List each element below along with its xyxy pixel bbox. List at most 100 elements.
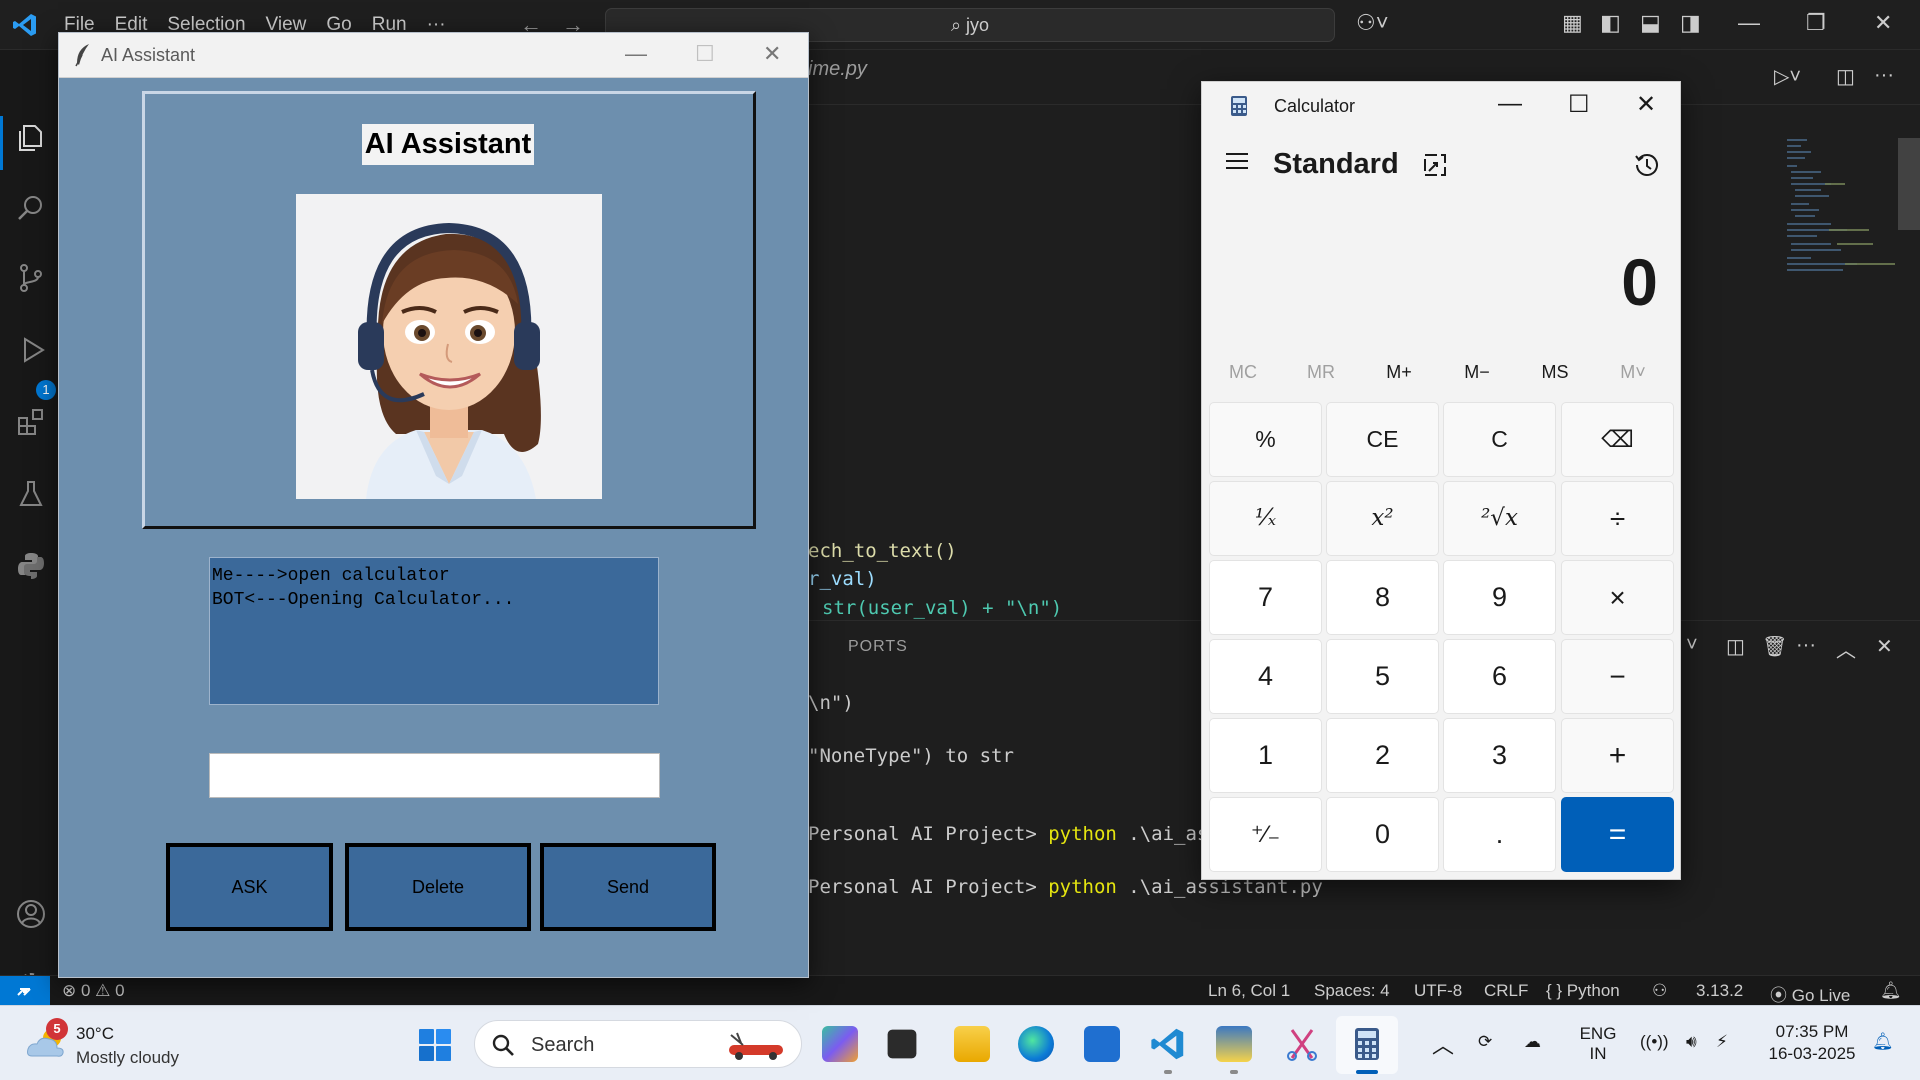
ai-close-icon[interactable]: ✕ — [763, 41, 781, 67]
digit-1-button[interactable]: 1 — [1209, 718, 1322, 793]
problems-count[interactable]: ⊗ 0 ⚠ 0 — [62, 981, 125, 1001]
accounts-icon[interactable] — [15, 898, 47, 930]
backspace-button[interactable]: ⌫ — [1561, 402, 1674, 477]
layout-icon[interactable]: ▦ — [1562, 10, 1583, 36]
memory-subtract-button[interactable]: M− — [1438, 362, 1516, 383]
python-app-icon[interactable] — [1216, 1026, 1252, 1062]
add-button[interactable]: + — [1561, 718, 1674, 793]
decimal-button[interactable]: . — [1443, 797, 1556, 872]
indentation[interactable]: Spaces: 4 — [1314, 981, 1390, 1001]
ai-minimize-icon[interactable]: — — [625, 41, 647, 67]
digit-3-button[interactable]: 3 — [1443, 718, 1556, 793]
clear-button[interactable]: C — [1443, 402, 1556, 477]
ai-titlebar[interactable]: AI Assistant — ☐ ✕ — [59, 33, 808, 78]
maximize-panel-icon[interactable]: ︿ — [1836, 634, 1856, 663]
run-debug-icon[interactable] — [15, 334, 47, 366]
run-file-icon[interactable]: ▷˅ — [1774, 64, 1801, 89]
panel-more-icon[interactable]: ··· — [1796, 634, 1816, 657]
percent-button[interactable]: % — [1209, 402, 1322, 477]
digit-0-button[interactable]: 0 — [1326, 797, 1439, 872]
weather-description[interactable]: Mostly cloudy — [76, 1048, 179, 1068]
encoding[interactable]: UTF-8 — [1414, 981, 1462, 1001]
digit-9-button[interactable]: 9 — [1443, 560, 1556, 635]
volume-icon[interactable]: 🔊︎ — [1686, 1032, 1697, 1052]
search-icon[interactable] — [15, 192, 47, 224]
battery-charging-icon[interactable]: ⚡︎ — [1716, 1032, 1728, 1052]
memory-store-button[interactable]: MS — [1516, 362, 1594, 383]
digit-5-button[interactable]: 5 — [1326, 639, 1439, 714]
toggle-panel-icon[interactable]: ⬓ — [1640, 10, 1661, 36]
extensions-icon[interactable] — [15, 406, 47, 438]
minimize-icon[interactable]: — — [1738, 10, 1760, 36]
source-control-icon[interactable] — [15, 262, 47, 294]
split-editor-icon[interactable]: ◫ — [1836, 64, 1855, 89]
show-hidden-icons-chevron-icon[interactable]: ︿ — [1432, 1028, 1454, 1060]
python-version[interactable]: 3.13.2 — [1696, 981, 1743, 1001]
editor-more-icon[interactable]: ··· — [1874, 64, 1894, 87]
editor-tab[interactable]: ime.py — [808, 58, 867, 81]
copilot-icon[interactable]: ⚇˅ — [1356, 10, 1389, 36]
split-terminal-icon[interactable]: ◫ — [1726, 634, 1745, 659]
explorer-icon[interactable] — [15, 122, 47, 154]
file-explorer-icon[interactable] — [954, 1026, 990, 1062]
testing-icon[interactable] — [15, 478, 47, 510]
digit-7-button[interactable]: 7 — [1209, 560, 1322, 635]
python-icon[interactable] — [15, 550, 47, 582]
go-live[interactable]: ⦿ Go Live — [1770, 981, 1850, 1006]
square-root-button[interactable]: ²√x — [1443, 481, 1556, 556]
ask-button[interactable]: ASK — [166, 843, 333, 931]
digit-2-button[interactable]: 2 — [1326, 718, 1439, 793]
multiply-button[interactable]: × — [1561, 560, 1674, 635]
send-button[interactable]: Send — [540, 843, 716, 931]
hamburger-menu-icon[interactable] — [1224, 150, 1250, 172]
microsoft-store-icon[interactable] — [1084, 1026, 1120, 1062]
toggle-sidebar-icon[interactable]: ◧ — [1600, 10, 1621, 36]
clock[interactable]: 07:35 PM 16-03-2025 — [1760, 1022, 1864, 1064]
divide-button[interactable]: ÷ — [1561, 481, 1674, 556]
calc-maximize-icon[interactable]: ☐ — [1568, 90, 1590, 119]
kill-terminal-icon[interactable]: 🗑 — [1762, 634, 1787, 659]
digit-4-button[interactable]: 4 — [1209, 639, 1322, 714]
copilot-status-icon[interactable]: ⚇ — [1652, 981, 1667, 1001]
calc-close-icon[interactable]: ✕ — [1636, 90, 1656, 119]
history-icon[interactable] — [1633, 151, 1661, 179]
snipping-tool-icon[interactable] — [1284, 1026, 1320, 1062]
calc-minimize-icon[interactable]: — — [1498, 90, 1522, 118]
notification-bell-icon[interactable]: 🔔︎ — [1872, 1032, 1894, 1052]
memory-add-button[interactable]: M+ — [1360, 362, 1438, 383]
delete-button[interactable]: Delete — [345, 843, 531, 931]
weather-temperature[interactable]: 30°C — [76, 1024, 114, 1044]
calculator-taskbar-icon[interactable] — [1349, 1026, 1385, 1062]
negate-button[interactable]: ⁺⁄₋ — [1209, 797, 1322, 872]
panel-tab-ports[interactable]: PORTS — [848, 638, 908, 656]
keep-on-top-icon[interactable] — [1422, 152, 1448, 178]
remote-indicator[interactable] — [0, 976, 50, 1006]
toggle-secondary-sidebar-icon[interactable]: ◨ — [1680, 10, 1701, 36]
vscode-taskbar-icon[interactable] — [1150, 1026, 1186, 1062]
terminal-app-icon[interactable] — [887, 1029, 917, 1059]
digit-6-button[interactable]: 6 — [1443, 639, 1556, 714]
input-language[interactable]: ENG IN — [1578, 1024, 1618, 1064]
clear-entry-button[interactable]: CE — [1326, 402, 1439, 477]
panel-dropdown-icon[interactable]: ˅ — [1686, 634, 1698, 657]
network-status-icon[interactable]: ☁ — [1524, 1032, 1541, 1052]
copilot-pre-icon[interactable] — [822, 1026, 858, 1062]
sync-status-icon[interactable]: ⟳ — [1478, 1032, 1492, 1052]
equals-button[interactable]: = — [1561, 797, 1674, 872]
square-button[interactable]: x² — [1326, 481, 1439, 556]
restore-icon[interactable]: ❐ — [1806, 10, 1826, 36]
editor-scrollbar[interactable] — [1898, 138, 1920, 230]
question-input[interactable] — [209, 753, 660, 798]
edge-browser-icon[interactable] — [1018, 1026, 1054, 1062]
reciprocal-button[interactable]: ¹⁄ₓ — [1209, 481, 1322, 556]
windows-start-icon[interactable] — [418, 1028, 452, 1062]
language-mode[interactable]: { } Python — [1546, 981, 1620, 1001]
line-endings[interactable]: CRLF — [1484, 981, 1528, 1001]
close-panel-icon[interactable]: ✕ — [1876, 634, 1893, 659]
cursor-position[interactable]: Ln 6, Col 1 — [1208, 981, 1290, 1001]
subtract-button[interactable]: − — [1561, 639, 1674, 714]
notifications-bell-icon[interactable]: 🔔︎ — [1880, 981, 1902, 1001]
wifi-icon[interactable]: ((•)) — [1640, 1032, 1669, 1052]
chat-log[interactable]: Me---->open calculator BOT<---Opening Ca… — [209, 557, 659, 705]
taskbar-search[interactable]: Search — [474, 1020, 802, 1068]
